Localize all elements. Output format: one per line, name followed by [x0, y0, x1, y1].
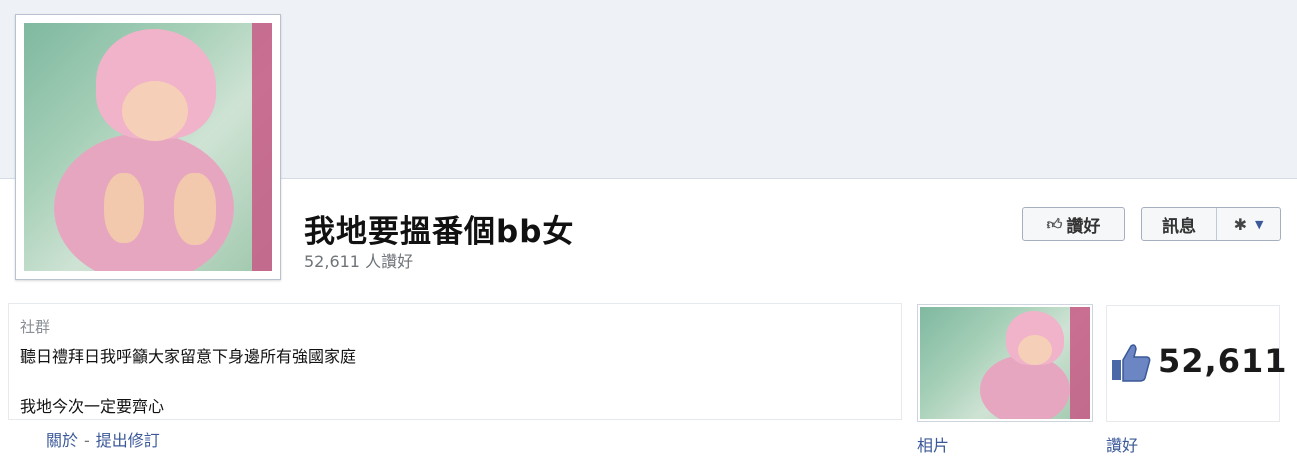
page-likes-count: 52,611 人讚好	[304, 252, 414, 271]
thumbs-up-icon	[1112, 344, 1151, 382]
settings-dropdown-button[interactable]: ✱ ▼	[1217, 208, 1280, 240]
message-button-group: 訊息 ✱ ▼	[1141, 207, 1281, 241]
likes-tile-count: 52,611	[1158, 342, 1288, 380]
thumbs-up-icon: 👍︎	[1046, 214, 1063, 233]
link-separator: -	[84, 431, 90, 450]
like-button-label: 讚好	[1066, 216, 1101, 237]
photos-tile-thumbnail	[920, 307, 1090, 419]
chevron-down-icon: ▼	[1254, 217, 1264, 231]
page-title: 我地要搵番個bb女	[304, 214, 575, 250]
message-button[interactable]: 訊息	[1142, 208, 1217, 240]
photos-tile-label[interactable]: 相片	[917, 432, 949, 456]
photos-tile[interactable]	[917, 304, 1093, 422]
about-text-line: 聽日禮拜日我呼籲大家留意下身邊所有強國家庭	[20, 347, 357, 366]
suggest-edit-link[interactable]: 提出修訂	[96, 431, 160, 450]
page-category: 社群	[20, 318, 51, 336]
like-button[interactable]: 👍︎ 讚好	[1022, 207, 1125, 241]
about-text-line: 我地今次一定要齊心	[20, 397, 165, 416]
about-link[interactable]: 關於	[46, 431, 78, 450]
profile-photo-baby	[24, 23, 272, 271]
profile-picture[interactable]	[15, 14, 281, 280]
about-links: 關於 - 提出修訂	[46, 427, 160, 451]
gear-icon: ✱	[1233, 214, 1247, 234]
likes-tile-label[interactable]: 讚好	[1106, 432, 1138, 456]
